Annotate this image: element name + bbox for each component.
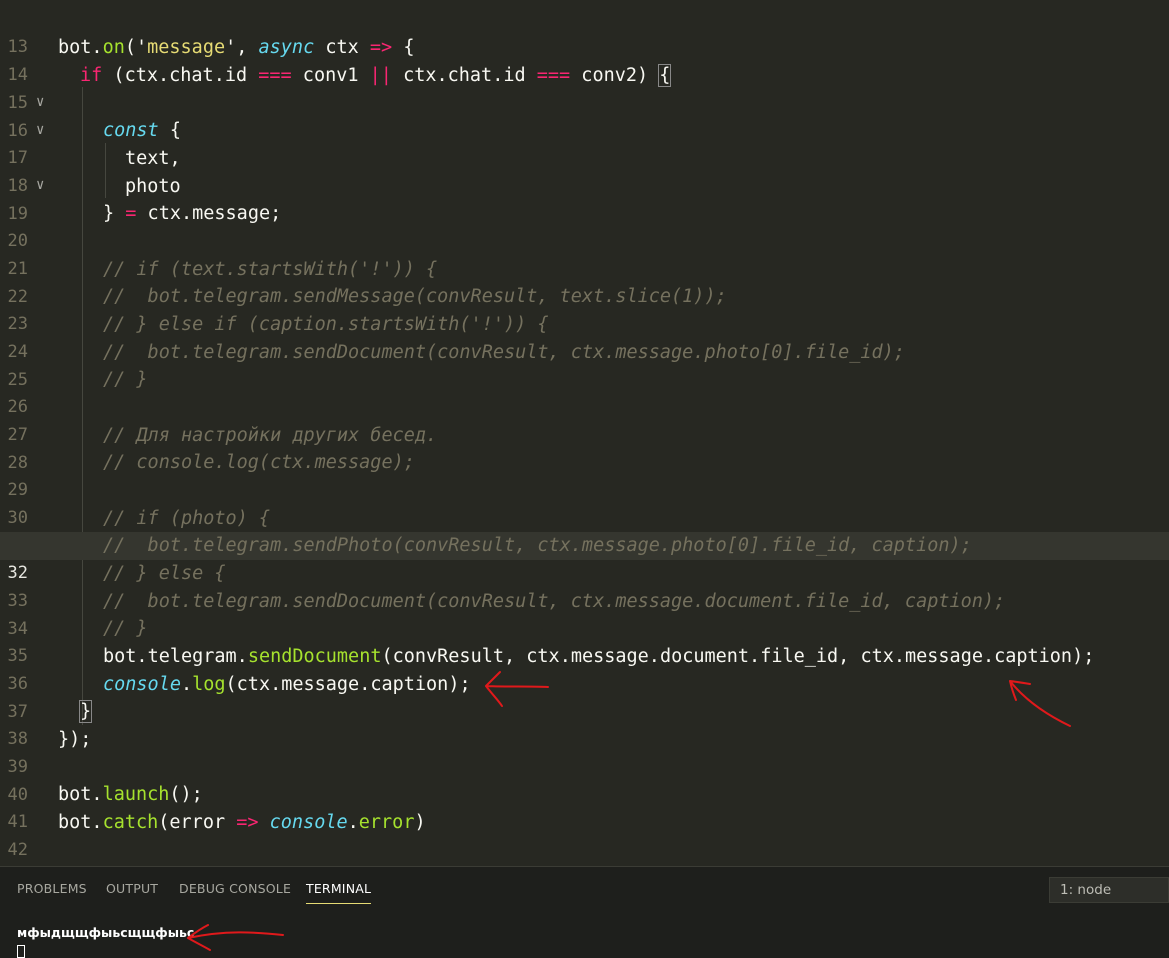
code-line[interactable]: 42 bot.catch(error => console.error) (0, 809, 1169, 860)
code-line[interactable]: 17 ∨ const { (0, 117, 1169, 193)
code-editor[interactable]: 13 14 ∨ bot.on('message', async ctx => {… (0, 0, 1169, 866)
code-line[interactable]: 31 // if (photo) { (0, 505, 1169, 556)
code-comment: // if (text.startsWith('!')) { (103, 259, 438, 280)
code-text: bot.catch(error => console.error) (58, 812, 426, 833)
matched-bracket: } (78, 700, 93, 723)
code-text: text, (125, 148, 181, 169)
code-line[interactable]: 18 text, (0, 145, 1169, 196)
code-line[interactable]: 24 // } else if (caption.startsWith('!')… (0, 311, 1169, 362)
code-line[interactable]: 15 ∨ if (ctx.chat.id === conv1 || ctx.ch… (0, 62, 1169, 138)
code-comment: // } else { (103, 563, 226, 584)
code-line[interactable]: 38 } (0, 698, 1169, 749)
code-comment: // console.log(ctx.message); (103, 452, 415, 473)
code-text: } (78, 698, 93, 726)
code-line[interactable]: 19 photo (0, 173, 1169, 224)
code-line[interactable]: 30 (0, 477, 1169, 528)
code-comment: // Для настройки других бесед. (103, 425, 438, 446)
terminal-output: мфыдщщфыьсщщфыьс (17, 925, 195, 940)
code-text: bot.telegram.sendDocument(convResult, ct… (103, 646, 1095, 667)
code-line[interactable]: 33 // } else { (0, 560, 1169, 611)
code-comment: // } (103, 369, 148, 390)
code-line[interactable]: 22 // if (text.startsWith('!')) { (0, 256, 1169, 307)
code-line[interactable]: 39 }); (0, 726, 1169, 777)
code-line[interactable]: 23 // bot.telegram.sendMessage(convResul… (0, 283, 1169, 334)
code-line[interactable]: 14 ∨ bot.on('message', async ctx => { (0, 34, 1169, 110)
code-text: photo (125, 176, 181, 197)
matched-bracket: { (658, 64, 672, 87)
code-line[interactable]: 29 // console.log(ctx.message); (0, 449, 1169, 500)
code-line[interactable]: 13 (0, 6, 1169, 57)
code-line[interactable]: 34 // bot.telegram.sendDocument(convResu… (0, 588, 1169, 639)
code-line[interactable]: 28 // Для настройки других бесед. (0, 422, 1169, 473)
code-line[interactable]: 16 (0, 90, 1169, 141)
tab-terminal[interactable]: TERMINAL (306, 881, 372, 904)
code-text: }); (58, 729, 92, 750)
code-comment: // bot.telegram.sendPhoto(convResult, ct… (103, 535, 972, 556)
code-comment: // bot.telegram.sendDocument(convResult,… (103, 591, 1006, 612)
code-line[interactable]: 37 console.log(ctx.message.caption); (0, 671, 1169, 722)
code-comment: // } (103, 618, 148, 639)
line-number: 42 (7, 839, 28, 860)
code-line[interactable]: 26 // } (0, 366, 1169, 417)
code-line[interactable]: 25 // bot.telegram.sendDocument(convResu… (0, 339, 1169, 390)
code-text: bot.on('message', async ctx => { (58, 37, 415, 58)
code-line[interactable]: 21 (0, 228, 1169, 279)
code-text: const { (103, 120, 181, 141)
code-comment: // } else if (caption.startsWith('!')) { (103, 314, 549, 335)
code-comment: // bot.telegram.sendDocument(convResult,… (103, 342, 905, 363)
code-comment: // bot.telegram.sendMessage(convResult, … (103, 286, 727, 307)
code-line[interactable]: 27 (0, 394, 1169, 445)
current-code-line[interactable]: 32 // bot.telegram.sendPhoto(convResult,… (0, 532, 1169, 583)
code-line[interactable]: 41 bot.launch(); (0, 781, 1169, 832)
code-text: if (ctx.chat.id === conv1 || ctx.chat.id… (80, 64, 672, 87)
tab-output[interactable]: OUTPUT (106, 881, 158, 896)
terminal-cursor (17, 945, 25, 958)
code-line[interactable]: 40 (0, 754, 1169, 805)
code-line[interactable]: 20 } = ctx.message; (0, 200, 1169, 251)
tab-debug-console[interactable]: DEBUG CONSOLE (179, 881, 291, 896)
tab-problems[interactable]: PROBLEMS (17, 881, 87, 896)
code-line[interactable]: 36 bot.telegram.sendDocument(convResult,… (0, 643, 1169, 694)
code-text: bot.launch(); (58, 784, 203, 805)
code-text: } = ctx.message; (103, 203, 282, 224)
bottom-panel: PROBLEMS OUTPUT DEBUG CONSOLE TERMINAL 1… (0, 866, 1169, 958)
terminal-select[interactable]: 1: node (1049, 877, 1169, 903)
code-line[interactable]: 35 // } (0, 615, 1169, 666)
code-text: console.log(ctx.message.caption); (103, 674, 471, 695)
code-comment: // if (photo) { (103, 508, 271, 529)
